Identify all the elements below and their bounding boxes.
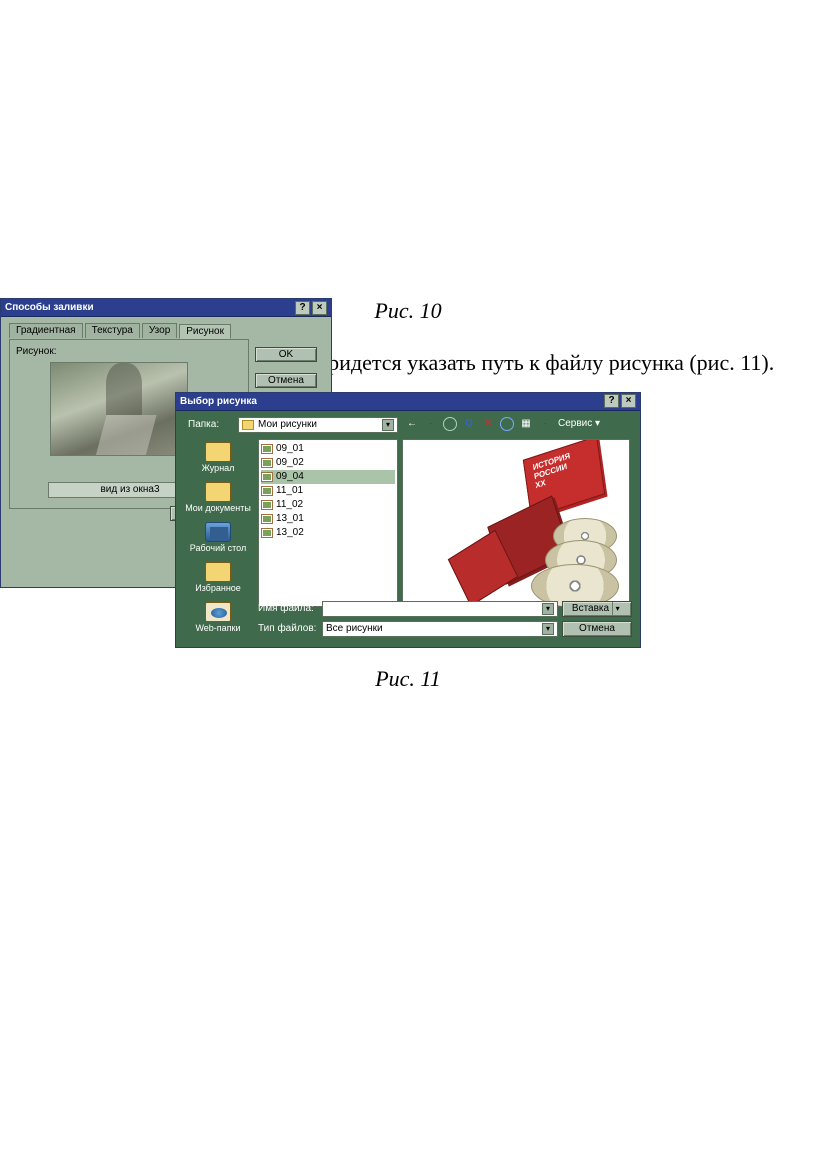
file-item[interactable]: 09_01 xyxy=(261,442,395,456)
new-folder-icon[interactable] xyxy=(499,416,515,432)
places-bar: Журнал Мои документы Рабочий стол Избран… xyxy=(182,439,254,639)
help-button[interactable]: ? xyxy=(604,394,619,408)
back-icon[interactable]: ← xyxy=(404,416,420,432)
dialog1-title: Способы заливки xyxy=(5,302,94,313)
tab-picture[interactable]: Рисунок xyxy=(179,324,231,339)
file-list[interactable]: 09_01 09_02 09_04 11_01 11_02 13_01 13_0… xyxy=(258,439,398,607)
filename-input[interactable]: ▾ xyxy=(322,601,558,617)
step-text-post: вам придется указать путь к файлу рисунк… xyxy=(272,350,775,375)
image-file-icon xyxy=(261,444,273,454)
image-file-icon xyxy=(261,458,273,468)
place-webfolders[interactable]: Web-папки xyxy=(182,599,254,637)
label-picture: Рисунок: xyxy=(16,346,57,357)
filename-row: Имя файла: ▾ Вставка▾ xyxy=(258,601,632,617)
globe-icon xyxy=(205,602,231,622)
place-mydocs[interactable]: Мои документы xyxy=(182,479,254,517)
dialog2-title: Выбор рисунка xyxy=(180,396,257,407)
folder-icon xyxy=(205,442,231,462)
tab-pattern[interactable]: Узор xyxy=(142,323,177,338)
file-item[interactable]: 13_02 xyxy=(261,526,395,540)
views-icon[interactable]: ▦ xyxy=(518,416,534,432)
select-picture-dialog: Выбор рисунка ? × Папка: Мои рисунки ▾ ←… xyxy=(175,392,641,648)
folder-icon xyxy=(205,562,231,582)
toolbar-sep: · xyxy=(423,416,439,432)
tab-texture[interactable]: Текстура xyxy=(85,323,140,338)
file-preview-pane xyxy=(402,439,630,607)
image-file-icon xyxy=(261,486,273,496)
file-item[interactable]: 11_01 xyxy=(261,484,395,498)
close-button[interactable]: × xyxy=(312,301,327,315)
insert-button[interactable]: Вставка▾ xyxy=(562,601,632,617)
dialog1-titlebar: Способы заливки ? × xyxy=(1,299,331,317)
dialog2-titlebar: Выбор рисунка ? × xyxy=(176,393,640,411)
chevron-down-icon[interactable]: ▾ xyxy=(542,623,554,635)
chevron-down-icon[interactable]: ▾ xyxy=(382,419,394,431)
filetype-dropdown[interactable]: Все рисунки ▾ xyxy=(322,621,558,637)
chevron-down-icon[interactable]: ▾ xyxy=(612,602,622,616)
file-item[interactable]: 09_02 xyxy=(261,456,395,470)
tab-gradient[interactable]: Градиентная xyxy=(9,323,83,338)
folder-dropdown[interactable]: Мои рисунки ▾ xyxy=(238,417,398,433)
toolbar-sep2: · xyxy=(537,416,553,432)
close-button[interactable]: × xyxy=(621,394,636,408)
label-folder: Папка: xyxy=(188,419,219,430)
cancel-button[interactable]: Отмена xyxy=(562,621,632,637)
place-favorites[interactable]: Избранное xyxy=(182,559,254,597)
label-filename: Имя файла: xyxy=(258,603,318,614)
desktop-icon xyxy=(205,522,231,542)
dialog2-toolbar: ← · Q ✕ ▦ · Сервис ▾ xyxy=(404,416,602,432)
image-file-icon xyxy=(261,528,273,538)
search-icon[interactable]: Q xyxy=(461,416,477,432)
up-level-icon[interactable] xyxy=(442,416,458,432)
dialog2-body: Папка: Мои рисунки ▾ ← · Q ✕ ▦ · Сервис … xyxy=(176,411,640,647)
help-button[interactable]: ? xyxy=(295,301,310,315)
chevron-down-icon[interactable]: ▾ xyxy=(542,603,554,615)
ok-button[interactable]: OK xyxy=(255,347,317,362)
place-desktop[interactable]: Рабочий стол xyxy=(182,519,254,557)
image-file-icon xyxy=(261,472,273,482)
image-file-icon xyxy=(261,514,273,524)
file-item[interactable]: 09_04 xyxy=(261,470,395,484)
image-file-icon xyxy=(261,500,273,510)
filetype-row: Тип файлов: Все рисунки ▾ Отмена xyxy=(258,621,632,637)
caption-fig11: Рис. 11 xyxy=(0,666,816,692)
dialog1-tabs: Градиентная Текстура Узор Рисунок xyxy=(9,323,233,338)
file-item[interactable]: 13_01 xyxy=(261,512,395,526)
folder-icon xyxy=(205,482,231,502)
place-journal[interactable]: Журнал xyxy=(182,439,254,477)
file-item[interactable]: 11_02 xyxy=(261,498,395,512)
service-menu[interactable]: Сервис ▾ xyxy=(556,418,602,429)
picture-preview xyxy=(50,362,188,456)
delete-icon[interactable]: ✕ xyxy=(480,416,496,432)
cancel-button[interactable]: Отмена xyxy=(255,373,317,388)
label-filetype: Тип файлов: xyxy=(258,623,318,634)
folder-icon xyxy=(242,420,254,430)
folder-value: Мои рисунки xyxy=(258,419,317,430)
